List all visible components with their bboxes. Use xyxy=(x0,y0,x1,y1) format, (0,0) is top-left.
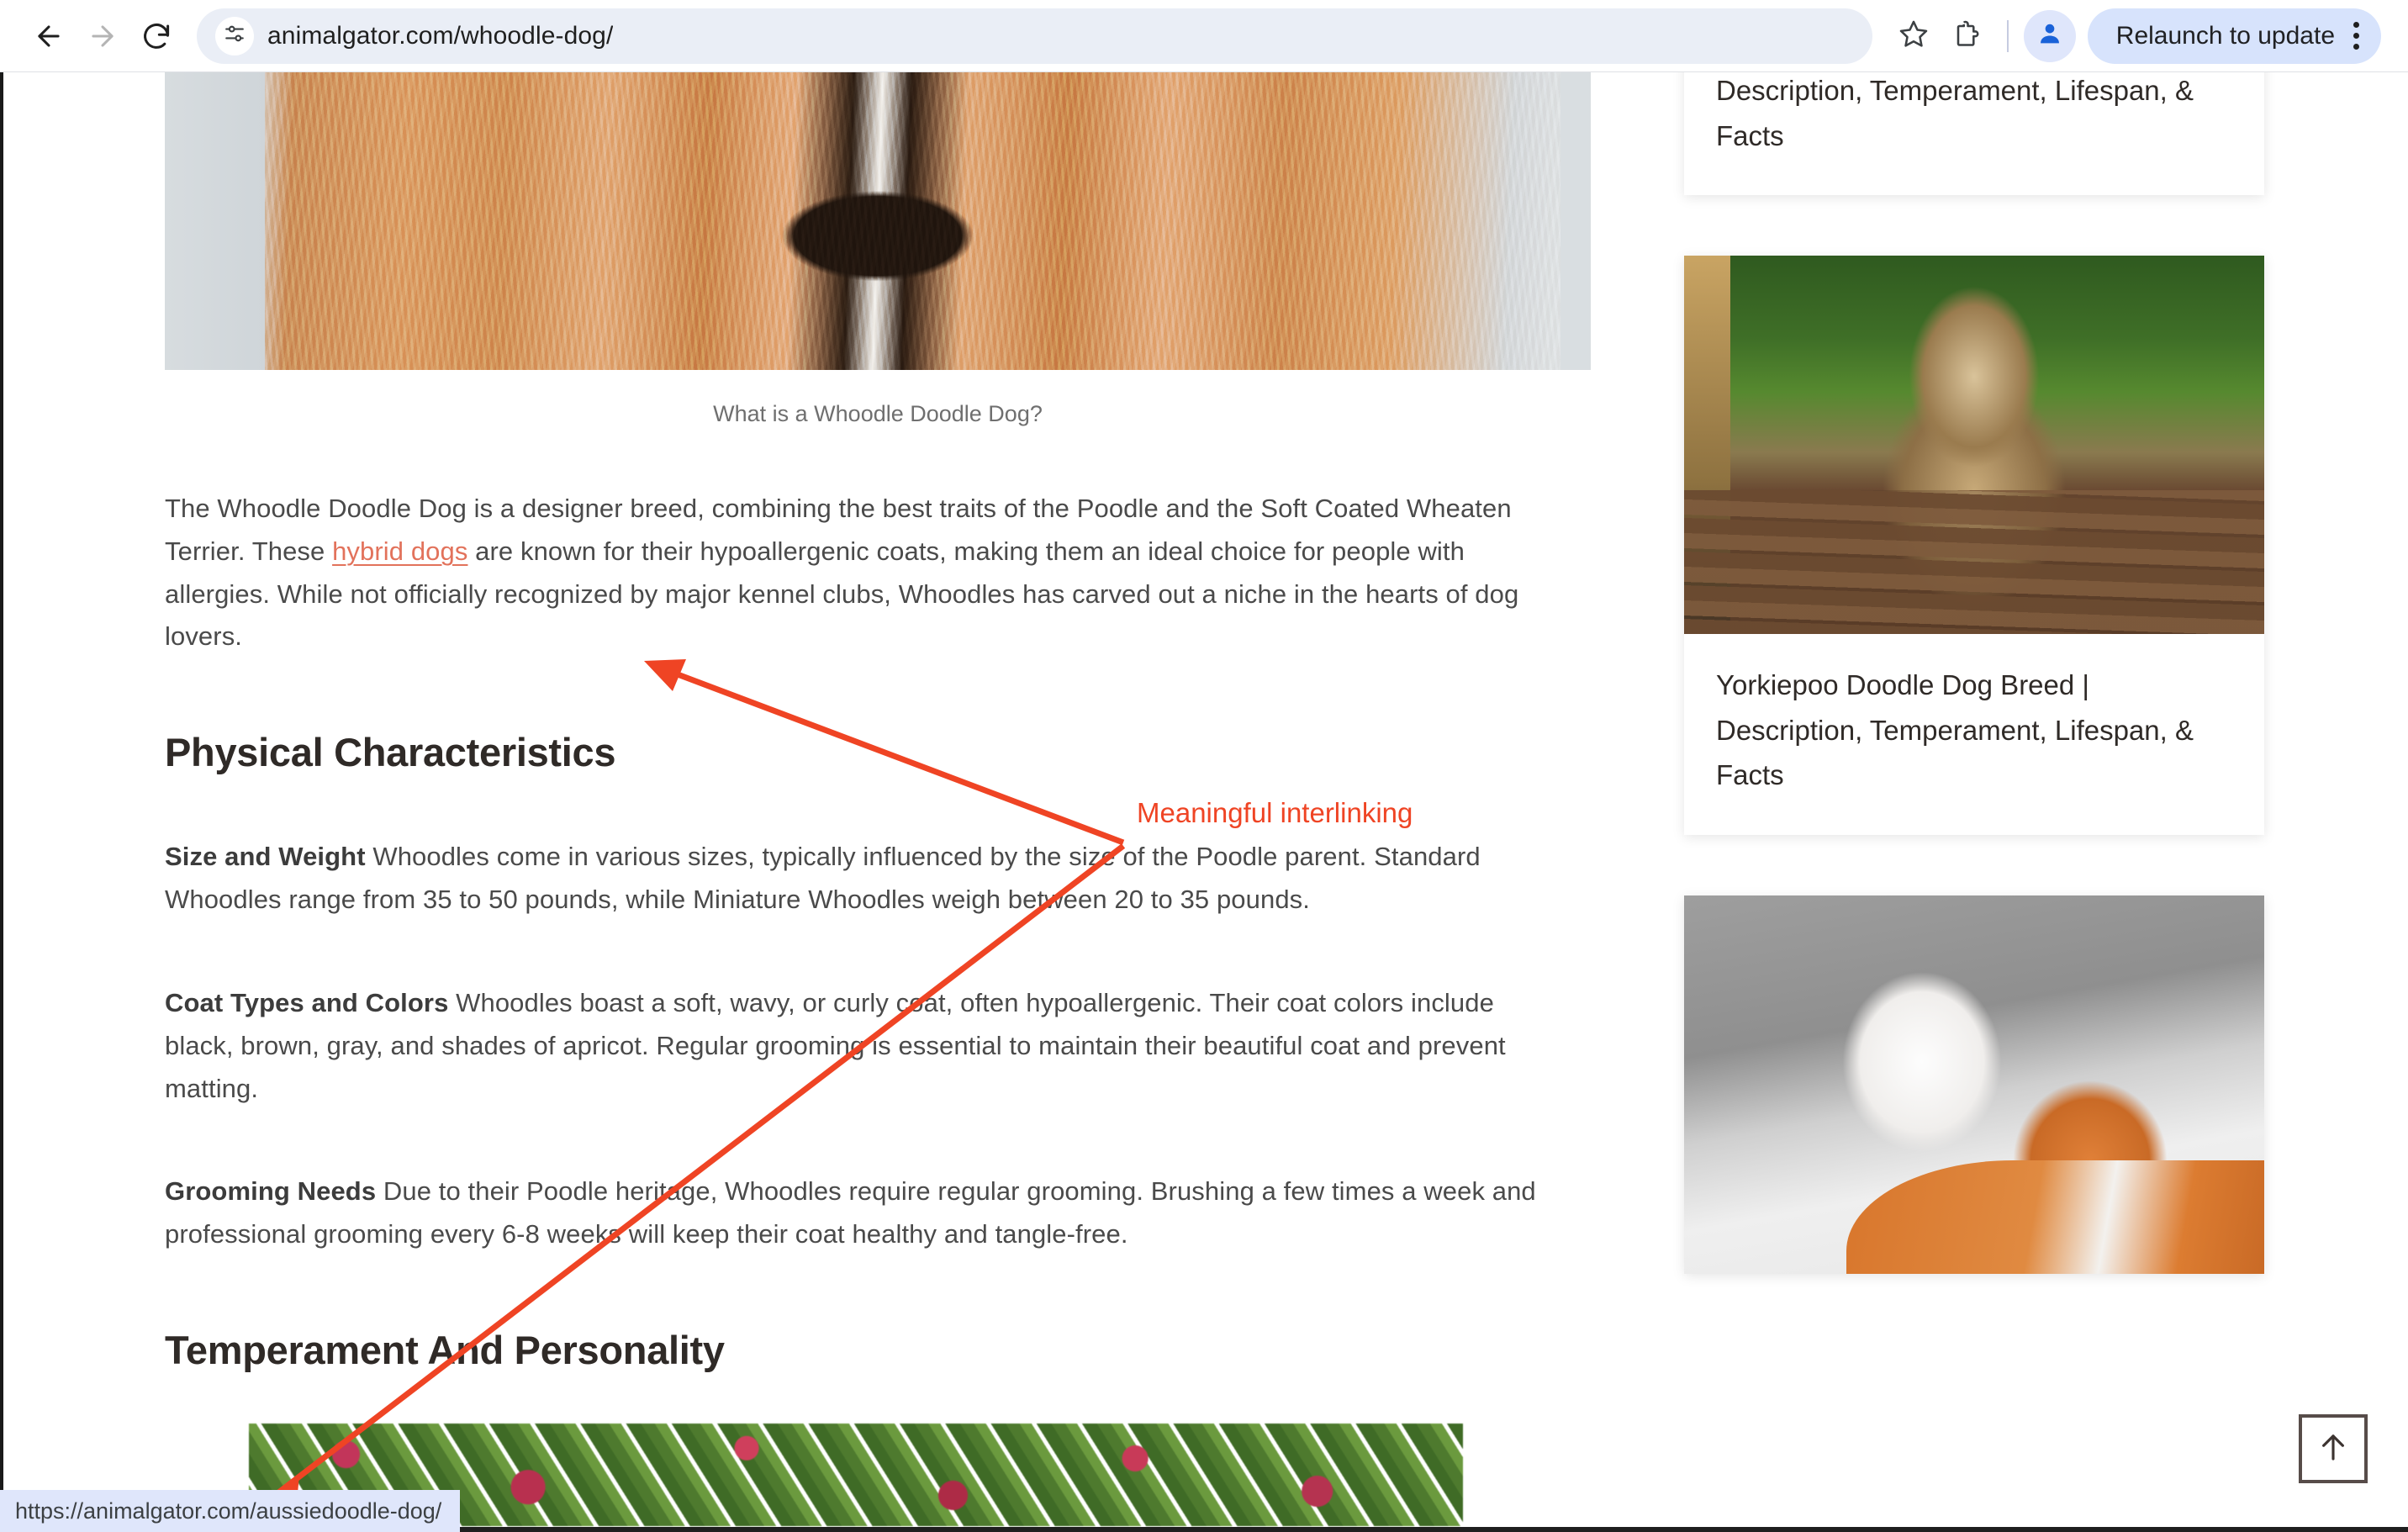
relaunch-label: Relaunch to update xyxy=(2115,21,2335,50)
sidebar-card-title[interactable]: Yorkiepoo Doodle Dog Breed | Description… xyxy=(1684,634,2264,834)
sidebar-card-title[interactable]: Shih-Poo Doodle Dog Breed | Description,… xyxy=(1684,72,2264,195)
status-bar-url: https://animalgator.com/aussiedoodle-dog… xyxy=(0,1490,461,1532)
annotation-label: Meaningful interlinking xyxy=(1137,797,1413,828)
puzzle-piece-icon xyxy=(1951,18,1981,53)
heading-temperament-personality: Temperament And Personality xyxy=(165,1328,725,1373)
address-bar-url: animalgator.com/whoodle-dog/ xyxy=(267,21,614,50)
browser-toolbar: animalgator.com/whoodle-dog/ Relaunch to… xyxy=(0,0,2408,72)
kebab-menu-icon[interactable] xyxy=(2353,22,2359,50)
forward-button[interactable] xyxy=(76,9,129,63)
bookmark-button[interactable] xyxy=(1888,10,1940,62)
related-posts-sidebar: Shih-Poo Doodle Dog Breed | Description,… xyxy=(1684,72,2264,1334)
hero-image xyxy=(165,72,1591,370)
scroll-to-top-button[interactable] xyxy=(2299,1414,2368,1483)
tune-settings-icon xyxy=(224,23,246,49)
sidebar-card-yorkiepoo[interactable]: Yorkiepoo Doodle Dog Breed | Description… xyxy=(1684,256,2264,835)
reload-button[interactable] xyxy=(129,9,183,63)
sidebar-card-thumbnail[interactable] xyxy=(1684,895,2264,1274)
coat-types-paragraph: Coat Types and Colors Whoodles boast a s… xyxy=(165,982,1544,1110)
size-and-weight-paragraph: Size and Weight Whoodles come in various… xyxy=(165,836,1544,922)
extensions-button[interactable] xyxy=(1940,10,1992,62)
intro-paragraph: The Whoodle Doodle Dog is a designer bre… xyxy=(165,488,1544,658)
page-viewport: What is a Whoodle Doodle Dog? The Whoodl… xyxy=(0,72,2408,1532)
page-left-edge xyxy=(0,72,3,1532)
sidebar-card-shihpoo[interactable]: Shih-Poo Doodle Dog Breed | Description,… xyxy=(1684,72,2264,196)
back-button[interactable] xyxy=(22,9,76,63)
arrow-up-icon xyxy=(2316,1429,2351,1469)
star-icon xyxy=(1898,18,1929,53)
profile-avatar-icon xyxy=(2036,20,2063,51)
relaunch-to-update-button[interactable]: Relaunch to update xyxy=(2087,8,2381,64)
sidebar-card-thumbnail[interactable] xyxy=(1684,256,2264,635)
arrow-right-icon xyxy=(87,20,119,52)
site-info-button[interactable] xyxy=(215,16,254,55)
profile-button[interactable] xyxy=(2023,9,2076,62)
toolbar-divider xyxy=(2006,19,2009,52)
hybrid-dogs-link[interactable]: hybrid dogs xyxy=(332,536,467,566)
arrow-left-icon xyxy=(33,20,65,52)
grooming-needs-label: Grooming Needs xyxy=(165,1176,377,1207)
size-and-weight-label: Size and Weight xyxy=(165,842,366,872)
coat-types-label: Coat Types and Colors xyxy=(165,987,449,1017)
heading-physical-characteristics: Physical Characteristics xyxy=(165,730,616,775)
grooming-needs-paragraph: Grooming Needs Due to their Poodle herit… xyxy=(165,1170,1544,1256)
address-bar[interactable]: animalgator.com/whoodle-dog/ xyxy=(197,8,1872,64)
sidebar-card-third[interactable] xyxy=(1684,895,2264,1274)
toolbar-actions: Relaunch to update xyxy=(1888,8,2386,64)
image-caption: What is a Whoodle Doodle Dog? xyxy=(713,401,1043,426)
reload-icon xyxy=(140,20,172,52)
